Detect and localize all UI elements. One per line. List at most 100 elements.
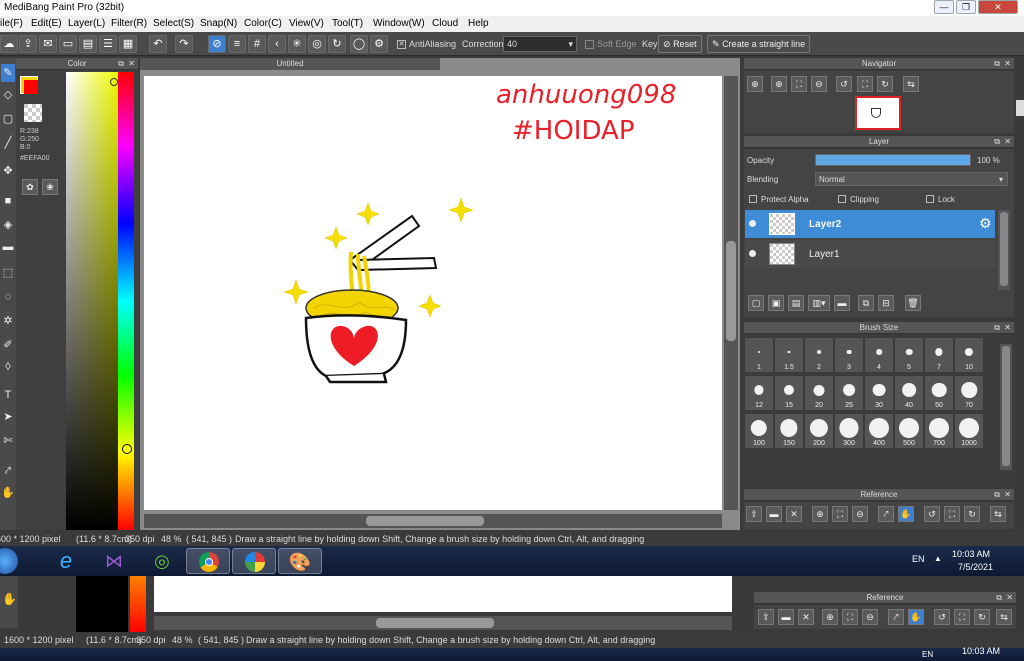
zoom-in-icon[interactable]: ⊕: [771, 76, 787, 92]
menu-cloud[interactable]: Cloud: [432, 18, 458, 29]
zoom-out-icon[interactable]: ⊖: [811, 76, 827, 92]
medibang-icon[interactable]: [232, 548, 276, 574]
internet-explorer-icon[interactable]: e: [44, 548, 88, 574]
snap-ellipse-icon[interactable]: ◯: [350, 35, 368, 53]
saturation-value-picker[interactable]: [66, 72, 118, 530]
brush-size-cell[interactable]: 5: [894, 337, 924, 373]
brush-size-cell[interactable]: 50: [924, 375, 954, 411]
list-icon[interactable]: ☰: [99, 35, 117, 53]
layer-row-layer2[interactable]: Layer2 ⚙: [745, 210, 995, 238]
brush-size-cell[interactable]: 100: [744, 413, 774, 449]
select-tool-icon[interactable]: ⬚: [1, 264, 15, 282]
menu-view[interactable]: View(V): [289, 18, 324, 29]
tray-expand-icon[interactable]: ▲: [934, 554, 942, 563]
eyedropper-tool-icon[interactable]: ⤤: [1, 462, 15, 480]
menu-select[interactable]: Select(S): [153, 18, 194, 29]
brush-size-cell[interactable]: 15: [774, 375, 804, 411]
snap-perspective-icon[interactable]: ‹: [268, 35, 286, 53]
brush-size-cell[interactable]: 7: [924, 337, 954, 373]
undo-icon[interactable]: ↶: [149, 35, 167, 53]
vertical-scroll-thumb[interactable]: [726, 241, 736, 341]
zoom-out-icon[interactable]: ⊖: [852, 506, 868, 522]
correction-select[interactable]: 40 ▾: [503, 36, 577, 52]
settings-gear-icon[interactable]: ⚙: [370, 35, 388, 53]
fill-rect-tool-icon[interactable]: ■: [1, 192, 15, 210]
rotate-icon[interactable]: ↺: [836, 76, 852, 92]
palette-icon[interactable]: ✿: [22, 179, 38, 195]
eraser-tool-icon[interactable]: ◇: [1, 86, 15, 104]
popout-icon[interactable]: ⧉: [118, 58, 124, 70]
snap-parallel-icon[interactable]: ≡: [228, 35, 246, 53]
close-icon[interactable]: ✕: [1004, 58, 1011, 70]
brush-size-cell[interactable]: 70: [954, 375, 984, 411]
close-icon[interactable]: ✕: [1004, 322, 1011, 334]
blending-select[interactable]: Normal ▾: [815, 172, 1008, 186]
divide-tool-icon[interactable]: ✄: [1, 432, 15, 450]
menu-layer[interactable]: Layer(L): [68, 18, 105, 29]
minimize-button[interactable]: —: [934, 0, 954, 14]
add-layer-menu-icon[interactable]: ▥▾: [808, 295, 830, 311]
brush-size-cell[interactable]: 3: [834, 337, 864, 373]
layer-settings-gear-icon[interactable]: ⚙: [979, 215, 992, 232]
zoom-in-icon[interactable]: ⊕: [812, 506, 828, 522]
brush-size-cell[interactable]: 150: [774, 413, 804, 449]
sv-cursor[interactable]: [110, 78, 118, 86]
lasso-tool-icon[interactable]: ◌: [1, 288, 15, 306]
fit-screen-icon[interactable]: ⛶: [944, 506, 960, 522]
cloud-upload-icon[interactable]: ⇪: [746, 506, 762, 522]
opacity-slider[interactable]: [815, 154, 971, 166]
brush-scroll-thumb[interactable]: [1002, 346, 1010, 466]
open-folder-icon[interactable]: ▬: [766, 506, 782, 522]
grid-icon[interactable]: ▦: [119, 35, 137, 53]
select-eraser-tool-icon[interactable]: ◊: [1, 358, 15, 376]
brush-scrollbar[interactable]: [1000, 344, 1012, 470]
duplicate-layer-icon[interactable]: ⧉: [858, 295, 874, 311]
popout-icon[interactable]: ⧉: [994, 322, 1000, 334]
menu-help[interactable]: Help: [468, 18, 489, 29]
close-icon[interactable]: ✕: [1004, 489, 1011, 501]
vertical-scrollbar[interactable]: [724, 76, 738, 510]
language-indicator[interactable]: EN: [912, 554, 925, 564]
popout-icon[interactable]: ⧉: [994, 136, 1000, 148]
brush-size-cell[interactable]: 25: [834, 375, 864, 411]
snap-off-icon[interactable]: ⊘: [208, 35, 226, 53]
brush-size-cell[interactable]: 700: [924, 413, 954, 449]
brush-size-cell[interactable]: 200: [804, 413, 834, 449]
snap-curve-icon[interactable]: ↻: [328, 35, 346, 53]
brush-size-cell[interactable]: 20: [804, 375, 834, 411]
new-8bit-layer-icon[interactable]: ▤: [788, 295, 804, 311]
maximize-button[interactable]: ❐: [956, 0, 976, 14]
rotate-right-icon[interactable]: ↻: [964, 506, 980, 522]
hand-tool-icon[interactable]: ✋: [1, 484, 15, 502]
menu-window[interactable]: Window(W): [373, 18, 425, 29]
message-icon[interactable]: ▭: [59, 35, 77, 53]
new-layer-icon[interactable]: ▢: [748, 295, 764, 311]
select-pen-tool-icon[interactable]: ✐: [1, 336, 15, 354]
redo-icon[interactable]: ↷: [175, 35, 193, 53]
eye-icon[interactable]: [749, 250, 756, 257]
snap-radial-icon[interactable]: ✳: [288, 35, 306, 53]
fit-icon[interactable]: ⛶: [832, 506, 848, 522]
brush-size-cell[interactable]: 1: [744, 337, 774, 373]
flip-icon[interactable]: ⇆: [903, 76, 919, 92]
paint-icon[interactable]: 🎨: [278, 548, 322, 574]
comment-icon[interactable]: ✉: [39, 35, 57, 53]
brush-size-cell[interactable]: 300: [834, 413, 864, 449]
brush-size-cell[interactable]: 1000: [954, 413, 984, 449]
close-icon[interactable]: ✕: [128, 58, 135, 70]
eyedropper-icon[interactable]: ⤤: [878, 506, 894, 522]
brush-size-cell[interactable]: 30: [864, 375, 894, 411]
clipping-checkbox[interactable]: [838, 195, 846, 203]
layer-scroll-thumb[interactable]: [1000, 212, 1008, 286]
rotate-right-icon[interactable]: ↻: [877, 76, 893, 92]
pen-tool-icon[interactable]: ╱: [1, 134, 15, 152]
create-straight-line-button[interactable]: ✎ Create a straight line: [707, 35, 811, 53]
hand-tool-icon[interactable]: ✋: [2, 592, 17, 606]
fit-screen-icon[interactable]: ⛶: [857, 76, 873, 92]
eye-icon[interactable]: [749, 220, 756, 227]
chrome-icon[interactable]: [186, 548, 230, 574]
brush-size-cell[interactable]: 12: [744, 375, 774, 411]
rotate-icon[interactable]: ↺: [924, 506, 940, 522]
merge-layer-icon[interactable]: ⊟: [878, 295, 894, 311]
color-picker-icon[interactable]: ❀: [42, 179, 58, 195]
